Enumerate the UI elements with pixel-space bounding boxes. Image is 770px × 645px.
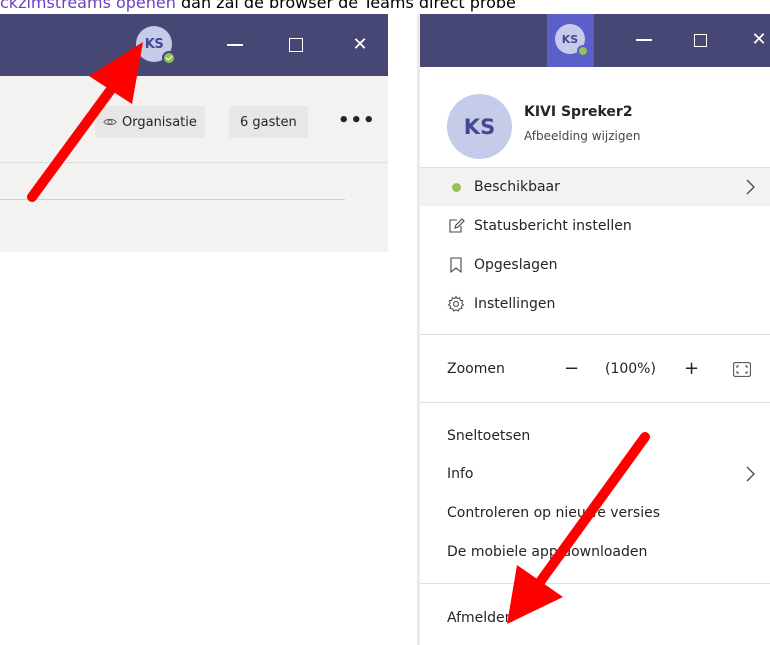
minimize-icon [227, 44, 243, 46]
close-icon: ✕ [751, 29, 767, 50]
menu-item-label: Sneltoetsen [447, 428, 531, 444]
menu-item-settings[interactable]: Instellingen [420, 285, 770, 323]
eye-icon [103, 118, 117, 126]
maximize-button[interactable] [686, 27, 714, 53]
menu-item-status-message[interactable]: Statusbericht instellen [420, 207, 770, 245]
close-button[interactable]: ✕ [345, 32, 375, 58]
presence-available-icon [162, 51, 176, 65]
chevron-right-icon [746, 466, 755, 482]
divider [420, 583, 770, 584]
profile-picture[interactable]: KS [447, 94, 512, 159]
guests-chip[interactable]: 6 gasten [229, 106, 308, 138]
presence-available-icon [577, 45, 589, 57]
menu-item-label: Beschikbaar [474, 179, 560, 195]
menu-item-sign-out[interactable]: Afmelden [420, 599, 770, 637]
zoom-in-button[interactable]: + [684, 358, 699, 379]
organization-label: Organisatie [122, 114, 197, 130]
zoom-value: (100%) [605, 361, 656, 377]
zoom-out-button[interactable]: − [564, 358, 579, 379]
teams-window-left: KS ✕ Organisatie 6 gasten ••• [0, 14, 388, 252]
menu-item-check-updates[interactable]: Controleren op nieuwe versies [420, 494, 770, 532]
zoom-row: Zoomen − (100%) + [420, 350, 770, 390]
profile-menu-window: KS ✕ KS KIVI Spreker2 Afbeelding wijzige… [417, 14, 770, 645]
divider [420, 402, 770, 403]
caption-rest: dan zal de browser de Teams direct probe [175, 0, 516, 12]
title-bar: KS ✕ [420, 14, 770, 67]
close-icon: ✕ [352, 34, 368, 55]
maximize-icon [693, 33, 707, 47]
menu-item-label: De mobiele app downloaden [447, 544, 648, 560]
profile-name: KIVI Spreker2 [524, 104, 633, 120]
gear-icon [447, 295, 465, 313]
change-picture-link[interactable]: Afbeelding wijzigen [524, 129, 640, 143]
close-button[interactable]: ✕ [745, 27, 770, 53]
menu-item-label: Instellingen [474, 296, 556, 312]
menu-item-label: Controleren op nieuwe versies [447, 505, 661, 521]
menu-item-shortcuts[interactable]: Sneltoetsen [420, 417, 770, 455]
zoom-label: Zoomen [447, 361, 505, 377]
minimize-button[interactable] [220, 32, 250, 58]
avatar-initials: KS [144, 36, 164, 52]
menu-item-info[interactable]: Info [420, 455, 770, 493]
profile-avatar-button[interactable]: KS [547, 14, 594, 67]
maximize-button[interactable] [281, 32, 311, 58]
divider [0, 199, 345, 200]
more-options-icon[interactable]: ••• [338, 112, 376, 130]
menu-item-saved[interactable]: Opgeslagen [420, 246, 770, 284]
menu-item-label: Statusbericht instellen [474, 218, 632, 234]
guests-label: 6 gasten [240, 114, 297, 130]
caption-text: ckzimstreams openen dan zal de browser d… [0, 0, 770, 13]
caption-link[interactable]: ckzimstreams openen [0, 0, 176, 12]
presence-available-icon [447, 178, 465, 196]
divider [420, 334, 770, 335]
organization-chip[interactable]: Organisatie [95, 106, 205, 138]
avatar: KS [555, 24, 589, 57]
fullscreen-icon[interactable] [733, 362, 751, 377]
menu-item-label: Info [447, 466, 474, 482]
menu-item-availability[interactable]: Beschikbaar [420, 168, 770, 206]
minimize-button[interactable] [630, 27, 658, 53]
menu-item-mobile-app[interactable]: De mobiele app downloaden [420, 533, 770, 571]
title-bar: KS ✕ [0, 14, 388, 76]
profile-avatar-button[interactable]: KS [136, 26, 176, 65]
minimize-icon [636, 39, 652, 41]
menu-item-label: Opgeslagen [474, 257, 558, 273]
divider [0, 162, 388, 163]
edit-note-icon [447, 217, 465, 235]
chevron-right-icon [746, 179, 755, 195]
bookmark-icon [447, 256, 465, 274]
profile-initials: KS [463, 114, 496, 139]
maximize-icon [289, 38, 303, 52]
menu-item-label: Afmelden [447, 610, 514, 626]
avatar-initials: KS [561, 32, 579, 46]
